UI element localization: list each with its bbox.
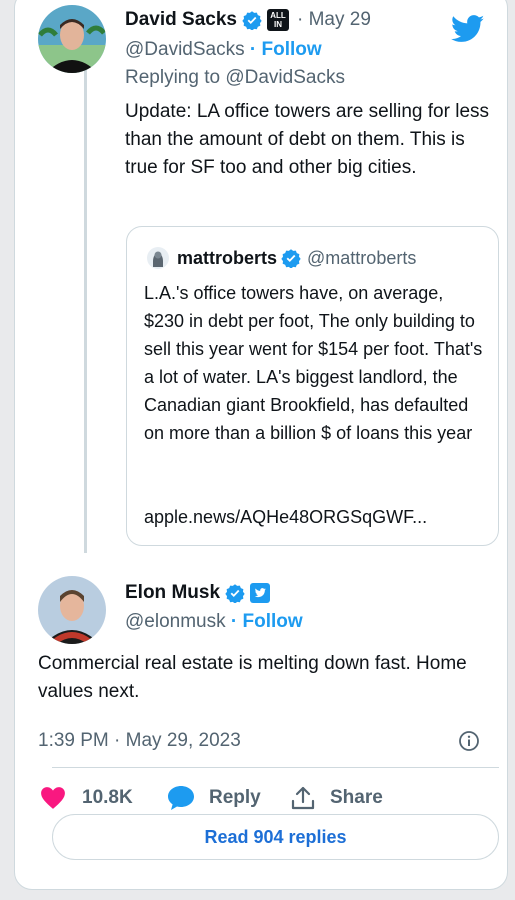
follow-button[interactable]: · Follow [250,39,322,60]
divider [52,767,499,768]
follow-button-2[interactable]: · Follow [231,611,303,632]
quoted-tweet-text: L.A.'s office towers have, on average, $… [144,283,483,443]
tweet-timestamp[interactable]: 1:39 PM · May 29, 2023 [38,727,241,755]
tweet-date[interactable]: · May 29 [297,9,371,31]
share-icon [290,785,316,811]
read-replies-button[interactable]: Read 904 replies [52,814,499,860]
info-icon[interactable] [458,730,480,752]
like-button[interactable]: 10.8K [40,784,133,812]
like-count: 10.8K [82,787,133,808]
avatar-mattroberts[interactable] [147,247,169,269]
speech-bubble-icon [167,785,195,811]
twitter-affiliate-icon [250,583,271,603]
main-tweet-text: Commercial real estate is melting down f… [38,653,467,702]
verified-badge-icon [281,248,301,269]
verified-badge-icon [225,583,245,604]
quoted-author-name[interactable]: mattroberts [177,248,277,269]
quoted-tweet-link[interactable]: apple.news/AQHe48ORGSqGWF... [144,503,488,531]
avatar-david-sacks[interactable] [38,5,106,73]
reply-button[interactable]: Reply [167,784,261,812]
twitter-bird-icon[interactable] [450,15,485,43]
read-replies-label: Read 904 replies [204,826,347,847]
avatar-elon-musk[interactable] [38,576,106,644]
replying-to[interactable]: Replying to @DavidSacks [125,64,345,92]
verified-badge-icon [242,10,262,31]
tweet-card: David Sacks ALL IN · May 29 @DavidSacks … [14,0,508,890]
affiliate-badge: ALL IN [266,9,289,31]
heart-icon [40,786,66,810]
quoted-author-handle[interactable]: @mattroberts [307,248,416,269]
thread-line [84,69,87,553]
reply-label: Reply [209,787,261,808]
author-name[interactable]: David Sacks [125,9,237,31]
author-handle[interactable]: @DavidSacks [125,39,245,60]
tweet-text: Update: LA office towers are selling for… [125,101,490,178]
share-label: Share [330,787,383,808]
share-button[interactable]: Share [290,784,383,812]
author-name-2[interactable]: Elon Musk [125,582,220,604]
author-handle-2[interactable]: @elonmusk [125,611,226,632]
quoted-tweet[interactable]: mattroberts @mattroberts L.A.'s office t… [126,226,499,546]
